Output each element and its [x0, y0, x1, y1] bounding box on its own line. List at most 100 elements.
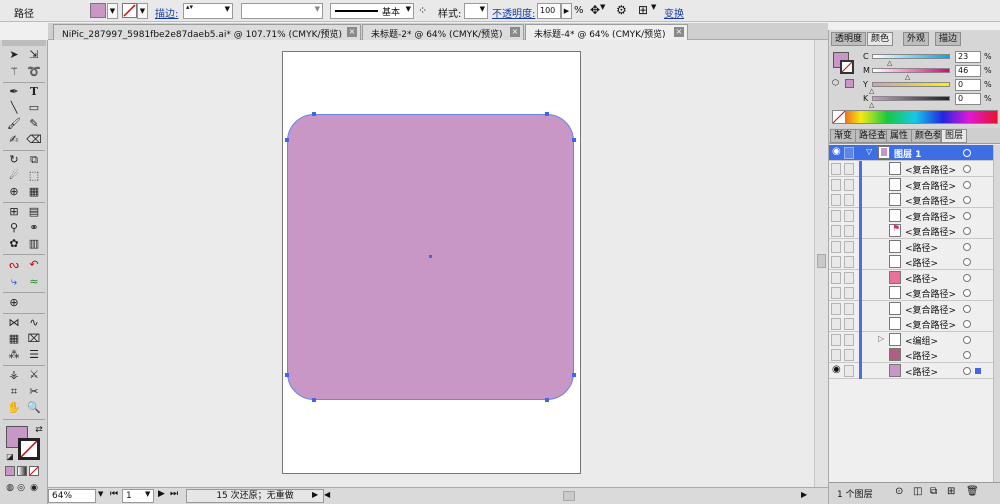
eye-icon[interactable]: ◉ — [832, 364, 841, 375]
perspective-grid-tool-icon[interactable]: ▦ — [25, 185, 43, 199]
status-menu-arrow[interactable]: ▶ — [312, 490, 318, 499]
scatter-tool-icon[interactable]: ⁂ — [5, 348, 23, 362]
eraser-tool-icon[interactable]: ⌫ — [25, 133, 43, 147]
expand-icon[interactable]: ▷ — [878, 334, 884, 343]
gear-icon[interactable]: ⚙ — [616, 3, 627, 17]
visibility-toggle[interactable] — [831, 318, 841, 330]
close-icon[interactable]: × — [510, 27, 520, 37]
screen-mode-icon[interactable]: ◉ — [25, 481, 43, 495]
layer-item-label[interactable]: <复合路径> — [905, 303, 956, 316]
layer-item-label[interactable]: <路径> — [905, 349, 938, 362]
out-of-gamut-icon[interactable]: ⬡ — [832, 78, 839, 87]
tab-transparency[interactable]: 透明度 — [831, 32, 867, 46]
warp-tool-icon[interactable]: ☄ — [5, 169, 23, 183]
new-layer-icon[interactable]: ⊞ — [947, 486, 955, 497]
target-icon[interactable] — [963, 242, 971, 251]
layer-item-row[interactable]: <复合路径> — [829, 176, 993, 193]
line-tool-icon[interactable]: ╲ — [5, 101, 23, 115]
stroke-dropdown[interactable]: ▼ — [137, 3, 148, 19]
lock-toggle[interactable] — [844, 240, 854, 253]
free-transform-tool-icon[interactable]: ⬚ — [25, 169, 43, 183]
layers-scrollbar[interactable] — [993, 145, 1000, 493]
layer-item-row[interactable]: ◉ <路径> — [829, 362, 993, 379]
tab-pathfinder[interactable]: 路径查 — [855, 129, 891, 143]
tab-appearance[interactable]: 外观 — [903, 32, 930, 46]
swap-colors-icon[interactable]: ⇄ — [30, 423, 48, 437]
eyedropper-tool-icon[interactable]: ⚲ — [5, 221, 23, 235]
magic-wand-tool-icon[interactable]: ⚚ — [5, 65, 23, 79]
lock-toggle[interactable] — [844, 302, 854, 315]
align-icon[interactable]: ⁘ — [418, 4, 427, 17]
lock-toggle[interactable] — [844, 163, 854, 175]
visibility-toggle[interactable] — [831, 163, 841, 175]
yellow-value[interactable]: 0 — [955, 79, 981, 91]
cyan-slider[interactable] — [872, 54, 950, 59]
layer-name[interactable]: 图层 1 — [894, 147, 921, 160]
graph-tool-icon[interactable]: ⌧ — [25, 332, 43, 346]
lock-toggle[interactable] — [844, 271, 854, 284]
recolor-icon[interactable]: ✥ — [590, 3, 600, 17]
vertical-scrollbar[interactable] — [814, 40, 828, 487]
column-graph-tool-icon[interactable]: ▥ — [25, 237, 43, 251]
lock-toggle[interactable] — [844, 225, 854, 237]
target-icon[interactable] — [963, 335, 971, 344]
knife-tool-icon[interactable]: ⚔ — [25, 368, 43, 382]
layer-item-label[interactable]: <复合路径> — [905, 318, 956, 331]
transform-link[interactable]: 变换 — [664, 5, 684, 20]
tab-untitled-2[interactable]: 未标题-2* @ 64% (CMYK/预览) × — [362, 24, 524, 40]
layer-item-row[interactable]: <复合路径> — [829, 192, 993, 208]
layer-item-row[interactable]: <复合路径> — [829, 161, 993, 177]
lock-toggle[interactable] — [844, 349, 854, 361]
blend-tool-icon[interactable]: ⚭ — [25, 221, 43, 235]
artboard-tool-icon[interactable]: ⤷ — [5, 275, 23, 289]
center-point[interactable] — [429, 255, 432, 258]
tab-stroke[interactable]: 描边 — [935, 32, 962, 46]
slice-tool-icon[interactable]: ≈ — [25, 275, 43, 289]
zoom-field[interactable]: 64% — [48, 489, 96, 503]
layer-item-label[interactable]: <复合路径> — [905, 163, 956, 176]
lock-toggle[interactable] — [844, 178, 854, 191]
lock-toggle[interactable] — [844, 333, 854, 346]
stroke-swatch[interactable] — [122, 3, 137, 18]
crosshair-tool-icon[interactable]: ⊕ — [5, 296, 23, 310]
lasso-tool-icon[interactable]: ➰ — [25, 65, 43, 79]
scroll-left-arrow[interactable]: ◀ — [324, 490, 330, 499]
chevron-down-icon[interactable]: ▼ — [600, 3, 605, 11]
anchor-point[interactable] — [545, 398, 549, 402]
wave-tool-icon[interactable]: ∿ — [25, 316, 43, 330]
layer-item-row[interactable]: ▷ <编组> — [829, 331, 993, 348]
fill-dropdown[interactable]: ▼ — [107, 3, 118, 19]
cyan-value[interactable]: 23 — [955, 51, 981, 63]
layer-item-row[interactable]: ⚑ <复合路径> — [829, 223, 993, 239]
new-sublayer-icon[interactable]: ⧉ — [930, 486, 937, 497]
black-slider-marker[interactable]: △ — [869, 101, 874, 109]
visibility-toggle[interactable] — [831, 349, 841, 361]
scroll-thumb[interactable] — [817, 254, 826, 268]
pen-tool-icon[interactable]: ✒ — [5, 85, 23, 99]
target-icon[interactable] — [963, 320, 971, 328]
layer-item-label[interactable]: <复合路径> — [905, 179, 956, 192]
tab-attributes[interactable]: 属性 — [886, 129, 913, 143]
target-icon[interactable] — [963, 304, 971, 313]
live-paint-selection-icon[interactable]: ↶ — [25, 258, 43, 272]
yellow-slider[interactable] — [872, 82, 950, 87]
stroke-label-link[interactable]: 描边: — [155, 5, 178, 20]
none-mode-icon[interactable] — [29, 466, 39, 476]
blob-brush-tool-icon[interactable]: ✍ — [5, 133, 23, 147]
target-icon[interactable] — [963, 273, 971, 282]
layer-item-label[interactable]: <编组> — [905, 334, 938, 347]
hand-tool-icon[interactable]: ✋ — [5, 401, 23, 415]
gradient-mode-icon[interactable] — [17, 466, 27, 476]
target-icon[interactable] — [963, 180, 971, 189]
scissors-tool-icon[interactable]: ✂ — [25, 385, 43, 399]
tab-color[interactable]: 颜色 — [867, 32, 894, 46]
next-artboard-icon[interactable]: ▶ — [158, 489, 165, 499]
layer-item-label[interactable]: <复合路径> — [905, 194, 956, 207]
shape-builder-tool-icon[interactable]: ⊕ — [5, 185, 23, 199]
first-artboard-icon[interactable]: ⏮ — [110, 489, 118, 499]
target-icon[interactable] — [963, 289, 971, 297]
collapse-icon[interactable]: ▽ — [866, 147, 872, 156]
target-icon[interactable] — [963, 366, 971, 375]
layer-item-label[interactable]: <复合路径> — [905, 225, 956, 238]
selection-tool-icon[interactable]: ➤ — [5, 48, 23, 62]
